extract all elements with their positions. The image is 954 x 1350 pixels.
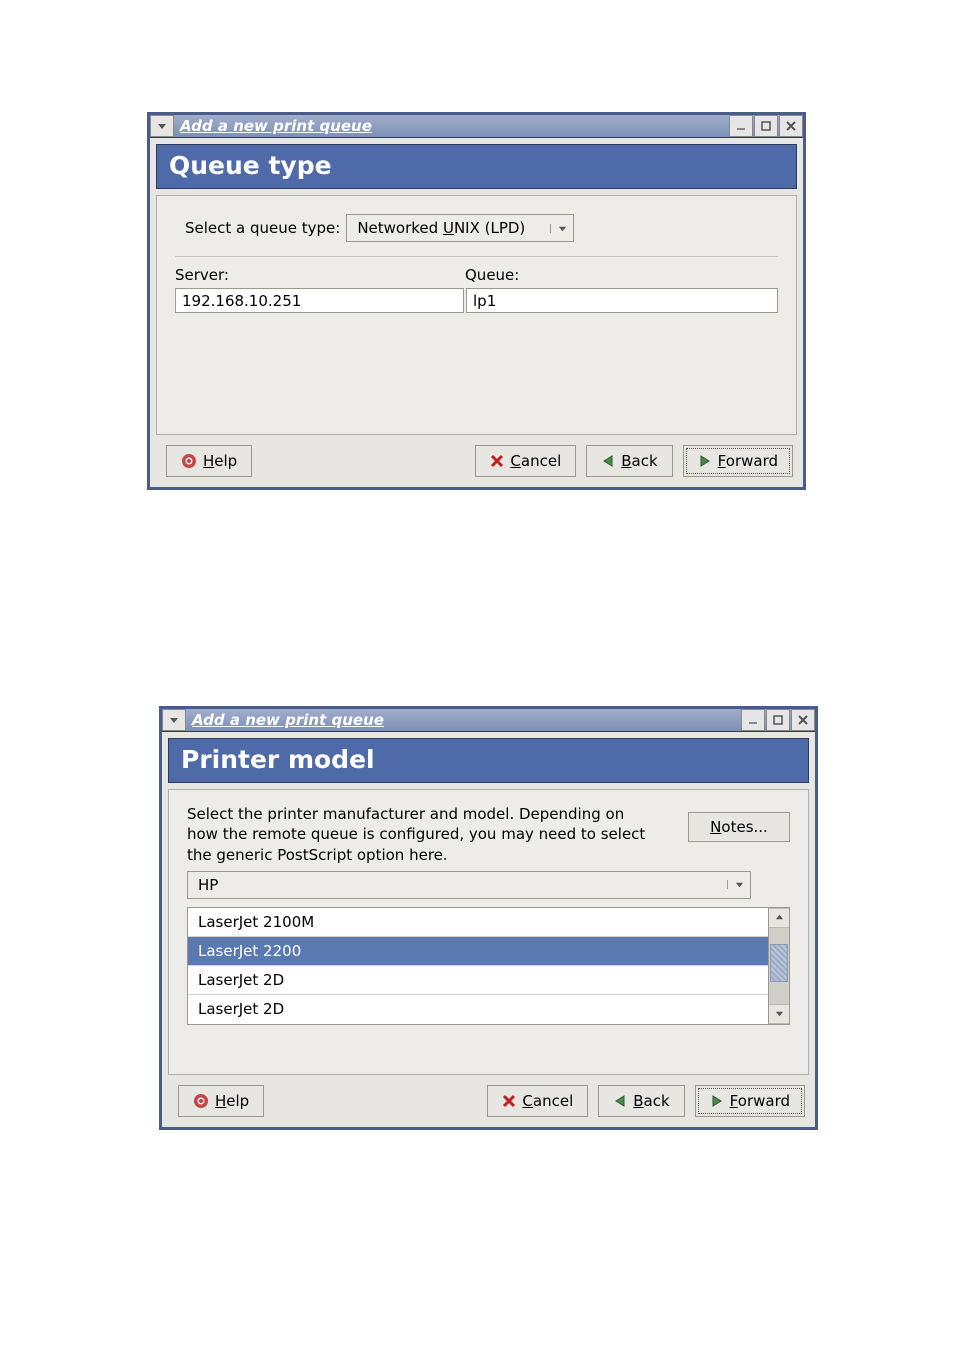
help-icon bbox=[181, 453, 197, 469]
minimize-button[interactable] bbox=[741, 709, 765, 731]
cancel-icon bbox=[502, 1094, 516, 1108]
queue-type-combo[interactable]: Networked UNIX (LPD) bbox=[346, 214, 574, 242]
scroll-up-button[interactable] bbox=[769, 908, 789, 928]
back-icon bbox=[613, 1094, 627, 1108]
list-item[interactable]: LaserJet 2D bbox=[188, 965, 768, 994]
window-title: Add a new print queue bbox=[186, 709, 740, 731]
forward-label: Forward bbox=[730, 1092, 790, 1110]
model-list-items: LaserJet 2100M LaserJet 2200 LaserJet 2D… bbox=[188, 908, 768, 1024]
server-queue-labels: Server: Queue: bbox=[157, 258, 796, 284]
manufacturer-combo[interactable]: HP bbox=[187, 871, 751, 899]
queue-type-combo-text: Networked UNIX (LPD) bbox=[347, 219, 550, 237]
model-description-text: Select the printer manufacturer and mode… bbox=[187, 804, 688, 865]
server-input[interactable]: 192.168.10.251 bbox=[175, 288, 464, 313]
queue-input[interactable]: lp1 bbox=[466, 288, 778, 313]
maximize-button[interactable] bbox=[766, 709, 790, 731]
button-bar: Help Cancel Back Forward bbox=[150, 435, 803, 487]
scroll-track[interactable] bbox=[769, 928, 789, 1004]
forward-label: Forward bbox=[718, 452, 778, 470]
dialog-queue-type: Add a new print queue Queue type Select … bbox=[147, 112, 806, 490]
combo-text-post: NIX (LPD) bbox=[454, 219, 525, 237]
scroll-thumb[interactable] bbox=[770, 944, 788, 982]
minimize-button[interactable] bbox=[729, 115, 753, 137]
help-button[interactable]: Help bbox=[178, 1085, 264, 1117]
manufacturer-combo-text: HP bbox=[188, 876, 727, 894]
cancel-icon bbox=[490, 454, 504, 468]
scroll-down-button[interactable] bbox=[769, 1004, 789, 1024]
combo-text-pre: Networked bbox=[357, 219, 443, 237]
page-title: Queue type bbox=[156, 144, 797, 189]
page-title: Printer model bbox=[168, 738, 809, 783]
scrollbar[interactable] bbox=[768, 908, 789, 1024]
titlebar[interactable]: Add a new print queue bbox=[150, 115, 803, 138]
window-title-text: Add a new print queue bbox=[192, 711, 384, 729]
chevron-down-icon[interactable] bbox=[727, 880, 750, 889]
list-item[interactable]: LaserJet 2D bbox=[188, 994, 768, 1023]
window-title-text: Add a new print queue bbox=[180, 117, 372, 135]
notes-button[interactable]: Notes... bbox=[688, 812, 790, 842]
combo-mnemonic: U bbox=[443, 219, 454, 237]
server-queue-inputs: 192.168.10.251 lp1 bbox=[157, 284, 796, 313]
help-label: Help bbox=[203, 452, 237, 470]
close-button[interactable] bbox=[779, 115, 803, 137]
help-button[interactable]: Help bbox=[166, 445, 252, 477]
button-bar: Help Cancel Back Forward bbox=[162, 1075, 815, 1127]
maximize-button[interactable] bbox=[754, 115, 778, 137]
help-label: Help bbox=[215, 1092, 249, 1110]
forward-icon bbox=[710, 1094, 724, 1108]
back-icon bbox=[601, 454, 615, 468]
window-title: Add a new print queue bbox=[174, 115, 728, 137]
forward-icon bbox=[698, 454, 712, 468]
help-icon bbox=[193, 1093, 209, 1109]
forward-button[interactable]: Forward bbox=[695, 1085, 805, 1117]
queue-type-label: Select a queue type: bbox=[185, 219, 340, 237]
model-description-row: Select the printer manufacturer and mode… bbox=[169, 790, 808, 865]
back-label: Back bbox=[621, 452, 657, 470]
chevron-down-icon[interactable] bbox=[550, 224, 573, 233]
cancel-label: Cancel bbox=[522, 1092, 573, 1110]
titlebar[interactable]: Add a new print queue bbox=[162, 709, 815, 732]
forward-button[interactable]: Forward bbox=[683, 445, 793, 477]
queue-label: Queue: bbox=[465, 266, 778, 284]
window-menu-button[interactable] bbox=[162, 709, 186, 731]
queue-type-row: Select a queue type: Networked UNIX (LPD… bbox=[157, 196, 796, 248]
cancel-button[interactable]: Cancel bbox=[475, 445, 576, 477]
back-button[interactable]: Back bbox=[598, 1085, 684, 1117]
list-item[interactable]: LaserJet 2200 bbox=[188, 936, 768, 965]
content-area: Select the printer manufacturer and mode… bbox=[168, 789, 809, 1075]
cancel-button[interactable]: Cancel bbox=[487, 1085, 588, 1117]
notes-label: Notes... bbox=[710, 818, 768, 836]
content-area: Select a queue type: Networked UNIX (LPD… bbox=[156, 195, 797, 435]
model-listbox[interactable]: LaserJet 2100M LaserJet 2200 LaserJet 2D… bbox=[187, 907, 790, 1025]
back-label: Back bbox=[633, 1092, 669, 1110]
list-item[interactable]: LaserJet 2100M bbox=[188, 908, 768, 936]
window-menu-button[interactable] bbox=[150, 115, 174, 137]
dialog-printer-model: Add a new print queue Printer model Sele… bbox=[159, 706, 818, 1130]
close-button[interactable] bbox=[791, 709, 815, 731]
cancel-label: Cancel bbox=[510, 452, 561, 470]
back-button[interactable]: Back bbox=[586, 445, 672, 477]
server-label: Server: bbox=[175, 266, 465, 284]
